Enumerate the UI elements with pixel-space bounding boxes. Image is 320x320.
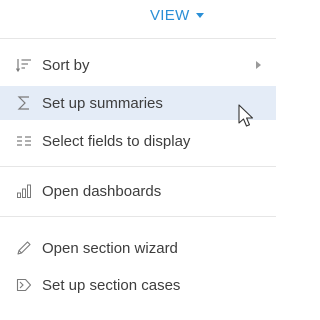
pencil-icon <box>16 240 32 256</box>
menu-item-label: Set up section cases <box>42 276 181 294</box>
sort-icon <box>16 57 32 73</box>
menu-item-label: Select fields to display <box>42 132 191 150</box>
chevron-down-icon <box>195 12 204 18</box>
menu-item-select-fields[interactable]: Select fields to display <box>0 124 276 158</box>
divider <box>0 166 276 167</box>
menu-item-set-up-summaries[interactable]: Set up summaries <box>0 86 276 120</box>
view-dropdown-menu: Sort by Set up summaries Select fields t… <box>0 38 276 320</box>
divider <box>0 216 276 217</box>
columns-icon <box>16 133 32 149</box>
bar-chart-icon <box>16 183 32 199</box>
menu-item-sort-by[interactable]: Sort by <box>0 48 276 82</box>
case-arrow-icon <box>16 277 32 293</box>
menu-item-label: Open section wizard <box>42 239 178 257</box>
chevron-right-icon <box>256 61 261 69</box>
menu-item-label: Set up summaries <box>42 94 163 112</box>
menu-item-set-up-section-cases[interactable]: Set up section cases <box>0 268 276 302</box>
menu-item-label: Open dashboards <box>42 182 162 200</box>
view-label: VIEW <box>150 6 190 24</box>
sigma-icon <box>16 95 32 111</box>
mouse-pointer-icon <box>238 104 254 127</box>
view-menu-toggle[interactable]: VIEW <box>150 0 204 30</box>
menu-item-label: Sort by <box>42 56 90 74</box>
menu-item-open-dashboards[interactable]: Open dashboards <box>0 174 276 208</box>
divider <box>0 38 276 39</box>
menu-item-open-section-wizard[interactable]: Open section wizard <box>0 231 276 265</box>
